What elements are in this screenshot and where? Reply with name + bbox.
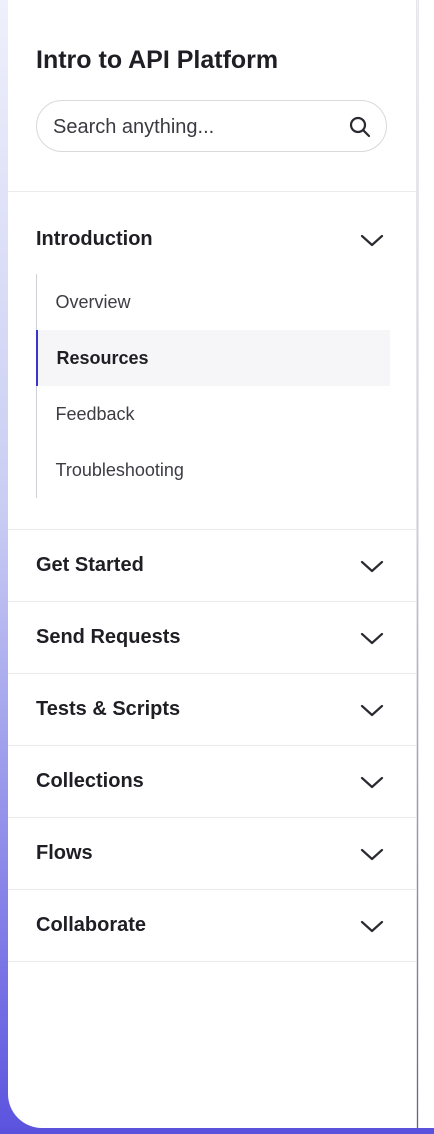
page-title: Intro to API Platform xyxy=(36,46,279,74)
section-header-collections[interactable]: Collections xyxy=(8,746,417,818)
section-tests-scripts: Tests & Scripts xyxy=(8,674,417,746)
section-collections: Collections xyxy=(8,746,417,818)
chevron-down-icon[interactable] xyxy=(358,772,386,792)
section-collaborate: Collaborate xyxy=(8,890,417,962)
section-header-tests-scripts[interactable]: Tests & Scripts xyxy=(8,674,417,746)
section-label: Get Started xyxy=(36,554,144,576)
section-label: Collaborate xyxy=(36,914,147,936)
sub-item-label: Feedback xyxy=(55,404,135,424)
bottom-edge xyxy=(0,1128,434,1134)
section-header-get-started[interactable]: Get Started xyxy=(8,530,417,602)
sub-item-label: Troubleshooting xyxy=(55,460,184,480)
section-label: Send Requests xyxy=(36,626,181,648)
content-edge xyxy=(418,0,434,1134)
chevron-down-icon[interactable] xyxy=(358,916,386,936)
sub-item-overview[interactable]: Overview xyxy=(36,274,390,330)
sub-item-troubleshooting[interactable]: Troubleshooting xyxy=(36,442,390,498)
section-header-flows[interactable]: Flows xyxy=(8,818,417,890)
sub-item-resources[interactable]: Resources xyxy=(35,330,390,386)
chevron-down-icon[interactable] xyxy=(358,230,386,250)
sidebar-header: Intro to API Platform Search anything... xyxy=(8,0,417,192)
section-label: Flows xyxy=(36,842,93,864)
introduction-sub-list: Overview Resources Feedback Troubleshoot… xyxy=(35,274,390,498)
section-label: Introduction xyxy=(36,228,153,250)
section-label: Tests & Scripts xyxy=(36,698,181,720)
sub-item-label: Overview xyxy=(55,292,131,312)
section-get-started: Get Started xyxy=(8,530,417,602)
chevron-down-icon[interactable] xyxy=(358,628,386,648)
section-flows: Flows xyxy=(8,818,417,890)
sub-item-feedback[interactable]: Feedback xyxy=(36,386,390,442)
section-header-collaborate[interactable]: Collaborate xyxy=(8,890,417,962)
sub-item-label: Resources xyxy=(56,348,149,368)
section-header-introduction[interactable]: Introduction xyxy=(8,204,417,276)
section-label: Collections xyxy=(36,770,144,792)
section-send-requests: Send Requests xyxy=(8,602,417,674)
section-introduction: Introduction Overview Resources Feedback… xyxy=(8,192,417,530)
section-header-send-requests[interactable]: Send Requests xyxy=(8,602,417,674)
search-box[interactable]: Search anything... xyxy=(36,100,387,152)
chevron-down-icon[interactable] xyxy=(358,556,386,576)
sidebar-panel: Intro to API Platform Search anything...… xyxy=(8,0,417,1128)
search-input[interactable]: Search anything... xyxy=(53,116,214,139)
chevron-down-icon[interactable] xyxy=(358,700,386,720)
search-icon[interactable] xyxy=(348,115,372,139)
chevron-down-icon[interactable] xyxy=(358,844,386,864)
